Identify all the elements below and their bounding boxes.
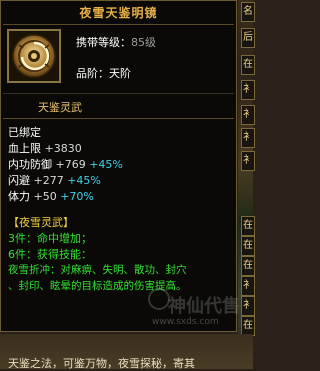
stat-bonus: +45% bbox=[67, 174, 101, 187]
grade-value: 天阶 bbox=[109, 67, 131, 80]
bg-tab[interactable]: 衤 bbox=[241, 128, 255, 148]
stat-row: 血上限 +3830 bbox=[8, 141, 82, 156]
divider bbox=[3, 93, 234, 94]
bg-tab[interactable]: 衤 bbox=[241, 151, 255, 171]
item-subname: 天鉴灵武 bbox=[38, 101, 82, 114]
set-bonus-3: 3件：命中增加； bbox=[8, 232, 92, 245]
level-label: 携带等级： bbox=[76, 36, 131, 49]
watermark-text: 神仙代售 bbox=[168, 296, 240, 317]
stat-name: 体力 bbox=[8, 190, 30, 203]
bound-status: 已绑定 bbox=[8, 126, 41, 139]
set-skill-desc-1: 夜雪折冲：对麻痹、失明、散功、封穴 bbox=[8, 264, 187, 276]
carry-level: 携带等级：85级 bbox=[76, 34, 156, 50]
bg-tab[interactable]: 衤 bbox=[241, 80, 255, 100]
mirror-icon bbox=[9, 31, 59, 81]
watermark-logo-icon bbox=[148, 288, 170, 310]
bg-tab[interactable]: 后 bbox=[241, 28, 255, 48]
bg-tab[interactable]: 名 bbox=[241, 2, 255, 22]
grade-label: 品阶： bbox=[76, 67, 109, 80]
bg-tab[interactable]: 在 bbox=[241, 256, 255, 276]
stat-value: +3830 bbox=[44, 142, 82, 155]
set-name: 【夜雪灵武】 bbox=[8, 216, 74, 229]
bg-tab[interactable]: 在 bbox=[241, 55, 255, 75]
item-title: 夜雪天鉴明镜 bbox=[79, 6, 158, 20]
divider bbox=[3, 118, 234, 119]
item-icon-frame bbox=[7, 29, 61, 83]
item-tooltip: 夜雪天鉴明镜 携带等级：85级 品阶：天阶 天鉴灵武 已绑定 血上限 +3830… bbox=[0, 0, 237, 332]
bg-tab[interactable]: 在 bbox=[241, 216, 255, 236]
stat-row: 体力 +50 +70% bbox=[8, 189, 94, 204]
item-grade: 品阶：天阶 bbox=[76, 65, 131, 81]
stat-value: +50 bbox=[33, 190, 57, 203]
stat-name: 内功防御 bbox=[8, 158, 52, 171]
stat-value: +769 bbox=[55, 158, 86, 171]
watermark: 神仙代售 www.sxds.com bbox=[148, 286, 253, 336]
stat-name: 闪避 bbox=[8, 174, 30, 187]
stat-value: +277 bbox=[33, 174, 64, 187]
level-value: 85级 bbox=[131, 36, 156, 49]
divider bbox=[3, 24, 234, 25]
bg-tab[interactable]: 衤 bbox=[241, 105, 255, 125]
stat-bonus: +45% bbox=[89, 158, 123, 171]
bg-tab[interactable]: 在 bbox=[241, 236, 255, 256]
stat-row: 闪避 +277 +45% bbox=[8, 173, 101, 188]
watermark-url: www.sxds.com bbox=[152, 317, 219, 327]
stat-row: 内功防御 +769 +45% bbox=[8, 157, 123, 172]
stat-name: 血上限 bbox=[8, 142, 41, 155]
set-bonus-6: 6件：获得技能： bbox=[8, 248, 92, 261]
stat-bonus: +70% bbox=[60, 190, 94, 203]
